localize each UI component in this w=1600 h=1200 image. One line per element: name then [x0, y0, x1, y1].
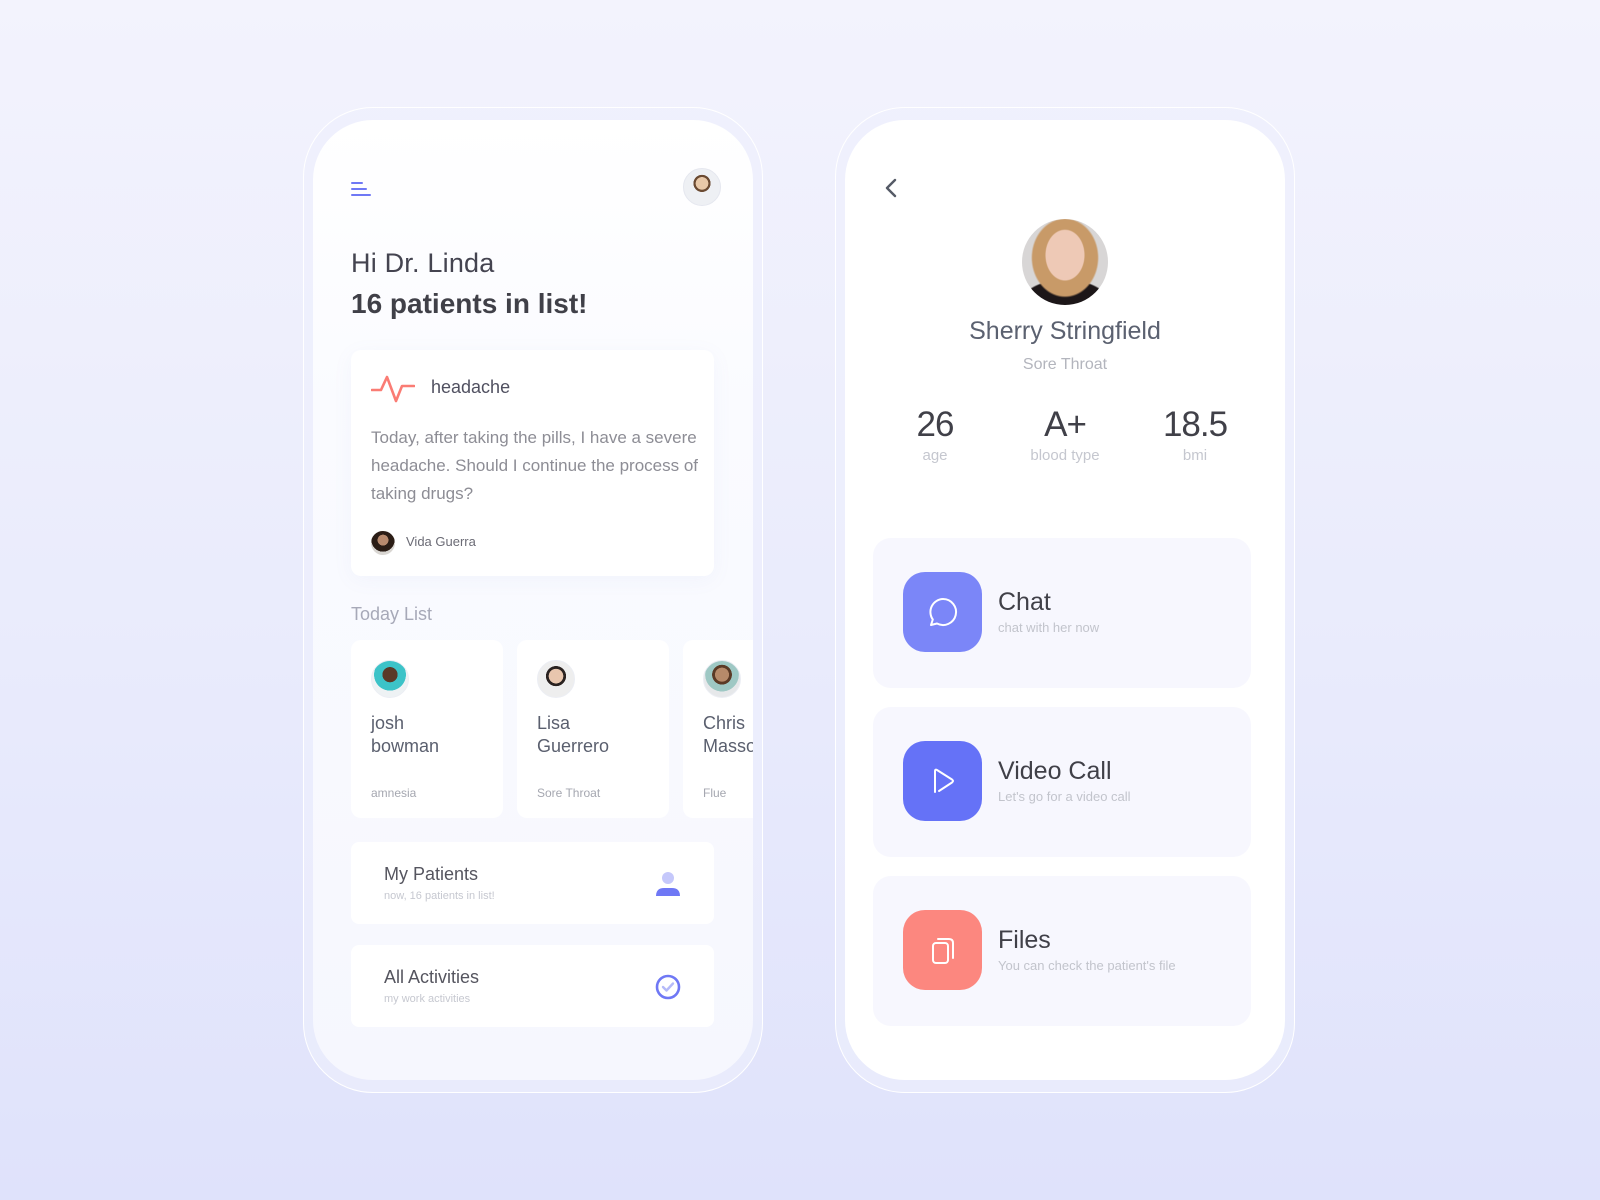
action-subtitle: chat with her now: [998, 620, 1100, 635]
files-icon: [931, 938, 954, 964]
stat-value: 18.5: [1162, 405, 1228, 444]
greeting: Hi Dr. Linda: [351, 248, 495, 278]
chat-button[interactable]: Chat chat with her now: [873, 538, 1251, 688]
action-title: Files: [998, 926, 1051, 954]
hamburger-menu-icon[interactable]: [351, 182, 373, 198]
patient-name: josh bowman: [371, 713, 440, 756]
all-activities-button[interactable]: All Activities my work activities: [351, 945, 714, 1027]
profile-condition: Sore Throat: [1022, 356, 1108, 373]
home-phone-frame: Hi Dr. Linda 16 patients in list! headac…: [303, 107, 763, 1093]
patient-card-josh[interactable]: josh bowman amnesia: [351, 640, 503, 818]
stat-value: A+: [1044, 405, 1087, 444]
patient-name: Lisa Guerrero: [537, 713, 610, 756]
stat-label: blood type: [1030, 447, 1100, 464]
avatar: [371, 660, 409, 698]
profile-avatar: [1022, 219, 1108, 305]
avatar: [703, 660, 741, 698]
patients-count-heading: 16 patients in list!: [351, 288, 588, 319]
patient-condition: amnesia: [371, 786, 417, 800]
profile-phone-frame: Sherry Stringfield Sore Throat 26 age A+…: [835, 107, 1295, 1093]
patient-name: Chris Masson: [703, 713, 753, 756]
play-icon: [933, 768, 954, 793]
profile-screen: Sherry Stringfield Sore Throat 26 age A+…: [845, 120, 1285, 1080]
note-title: headache: [431, 377, 511, 397]
action-subtitle: You can check the patient's file: [998, 958, 1176, 973]
stat-blood-type: A+ blood type: [1005, 405, 1125, 464]
chevron-left-icon[interactable]: [881, 176, 903, 200]
stat-label: bmi: [1182, 447, 1208, 464]
doctor-avatar[interactable]: [683, 168, 721, 206]
home-screen: Hi Dr. Linda 16 patients in list! headac…: [313, 120, 753, 1080]
stat-value: 26: [916, 405, 955, 444]
my-patients-button[interactable]: My Patients now, 16 patients in list!: [351, 842, 714, 924]
video-icon-tile: [903, 741, 982, 821]
user-icon: [656, 872, 680, 896]
action-title: Video Call: [998, 757, 1112, 785]
profile-name: Sherry Stringfield: [969, 317, 1161, 345]
avatar: [537, 660, 575, 698]
stat-label: age: [922, 447, 948, 464]
patient-condition: Sore Throat: [537, 786, 601, 800]
check-circle-icon: [655, 974, 681, 1000]
patient-card-chris[interactable]: Chris Masson Flue: [683, 640, 753, 818]
patient-condition: Flue: [703, 786, 727, 800]
chat-bubble-icon: [928, 597, 957, 626]
today-list[interactable]: josh bowman amnesia Lisa Guerrero Sore T…: [351, 640, 753, 818]
menu-title: My Patients: [384, 864, 479, 884]
patient-note-card[interactable]: headache Today, after taking the pills, …: [351, 350, 714, 576]
today-list-label: Today List: [351, 604, 433, 624]
chat-icon-tile: [903, 572, 982, 652]
action-title: Chat: [998, 588, 1051, 616]
video-call-button[interactable]: Video Call Let's go for a video call: [873, 707, 1251, 857]
stat-bmi: 18.5 bmi: [1135, 405, 1255, 464]
patient-card-lisa[interactable]: Lisa Guerrero Sore Throat: [517, 640, 669, 818]
author-name: Vida Guerra: [406, 534, 476, 549]
note-body: Today, after taking the pills, I have a …: [371, 428, 699, 503]
files-button[interactable]: Files You can check the patient's file: [873, 876, 1251, 1026]
menu-subtitle: my work activities: [384, 993, 471, 1005]
author-avatar: [371, 531, 395, 555]
action-subtitle: Let's go for a video call: [998, 789, 1131, 804]
stat-age: 26 age: [875, 405, 995, 464]
menu-title: All Activities: [384, 967, 480, 987]
menu-subtitle: now, 16 patients in list!: [384, 890, 495, 902]
pulse-icon: [371, 375, 415, 403]
files-icon-tile: [903, 910, 982, 990]
